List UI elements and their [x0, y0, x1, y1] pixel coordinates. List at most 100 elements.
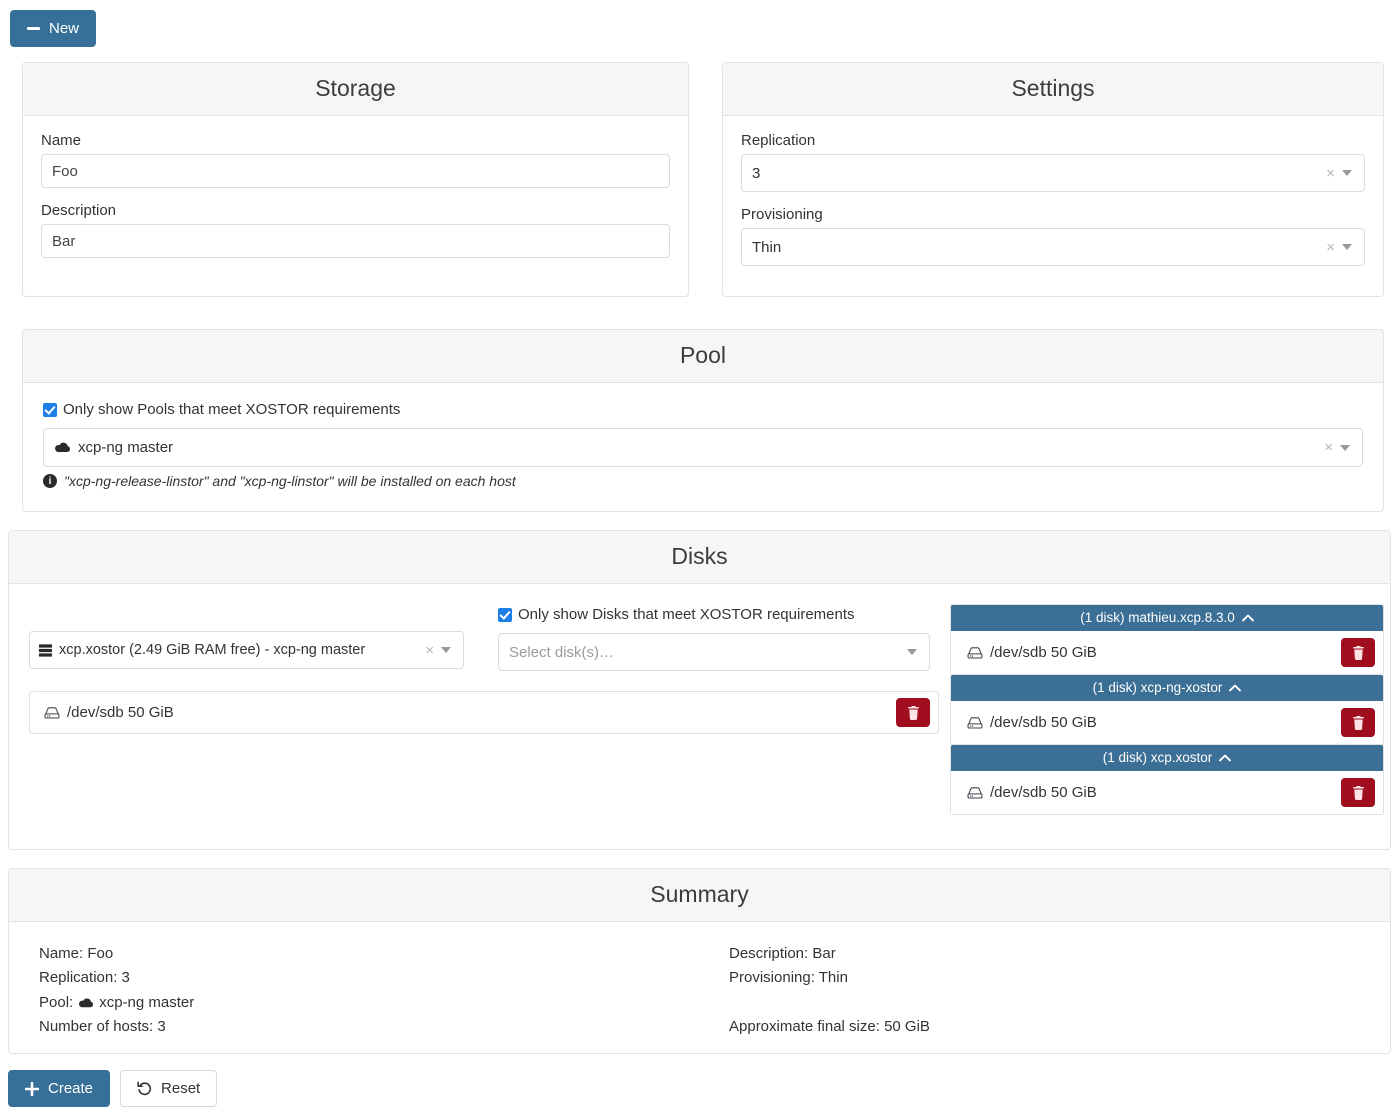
storage-name-field: Name [41, 132, 670, 188]
replication-field: Replication 3 × [741, 132, 1365, 192]
storage-name-input[interactable] [41, 154, 670, 188]
chevron-up-icon[interactable] [1241, 614, 1254, 622]
host-group-title: (1 disk) xcp.xostor [1102, 750, 1213, 765]
disk-select-placeholder: Select disk(s)… [509, 643, 615, 661]
summary-pool: Pool: xcp-ng master [39, 991, 729, 1015]
settings-panel: Settings Replication 3 × Provisioning Th… [722, 62, 1384, 297]
xostor-new-storage-form: New Storage Name Description Settings Re… [0, 0, 1399, 1119]
disk-filter-label: Only show Disks that meet XOSTOR require… [518, 606, 855, 623]
storage-description-field: Description [41, 202, 670, 258]
cloud-icon [78, 997, 94, 1009]
storage-panel-title: Storage [23, 63, 688, 116]
hdd-icon [967, 646, 983, 660]
pool-panel-title: Pool [23, 330, 1383, 383]
pool-hint: i "xcp-ng-release-linstor" and "xcp-ng-l… [43, 473, 1363, 489]
summary-panel-title: Summary [9, 869, 1390, 922]
host-group-header[interactable]: (1 disk) mathieu.xcp.8.3.0 [951, 605, 1383, 631]
reset-button[interactable]: Reset [120, 1070, 218, 1107]
pool-clear-icon[interactable]: × [1320, 440, 1340, 455]
summary-right-column: Description: Bar Provisioning: Thin Appr… [729, 942, 930, 1039]
host-disk-item: /dev/sdb 50 GiB [951, 631, 1383, 674]
chevron-up-icon[interactable] [1219, 754, 1232, 762]
disk-filter-checkbox[interactable] [498, 607, 512, 622]
cloud-icon [54, 441, 71, 454]
disks-middle-column: Only show Disks that meet XOSTOR require… [498, 606, 930, 671]
settings-panel-title: Settings [723, 63, 1383, 116]
selected-disk-row: /dev/sdb 50 GiB [29, 691, 939, 734]
summary-panel: Summary Name: Foo Replication: 3 Pool: x… [8, 868, 1391, 1054]
storage-description-label: Description [41, 202, 117, 219]
summary-pool-value: xcp-ng master [99, 993, 195, 1011]
create-button-label: Create [48, 1080, 94, 1097]
summary-description: Description: Bar [729, 945, 836, 962]
new-button[interactable]: New [10, 10, 97, 47]
trash-icon [907, 705, 919, 720]
disk-select[interactable]: Select disk(s)… [498, 633, 930, 671]
trash-icon [1352, 645, 1364, 660]
pool-filter-checkbox[interactable] [43, 402, 57, 417]
trash-icon [1352, 785, 1364, 800]
summary-left-column: Name: Foo Replication: 3 Pool: xcp-ng ma… [39, 942, 729, 1039]
server-icon [38, 643, 53, 658]
pool-filter-row[interactable]: Only show Pools that meet XOSTOR require… [43, 401, 1363, 418]
replication-select[interactable]: 3 × [741, 154, 1365, 192]
storage-panel: Storage Name Description [22, 62, 689, 297]
new-button-label: New [49, 20, 80, 37]
disk-filter-row[interactable]: Only show Disks that meet XOSTOR require… [498, 606, 930, 623]
pool-select-value: xcp-ng master [78, 439, 174, 456]
chevron-down-icon[interactable] [1342, 244, 1352, 250]
delete-disk-button[interactable] [1341, 638, 1375, 667]
chevron-up-icon[interactable] [1229, 684, 1242, 692]
summary-pool-prefix: Pool: [39, 993, 74, 1011]
delete-disk-button[interactable] [896, 698, 930, 727]
host-select-value: xcp.xostor (2.49 GiB RAM free) - xcp-ng … [59, 642, 366, 658]
host-disk-item: /dev/sdb 50 GiB [951, 701, 1383, 744]
summary-hosts: Number of hosts: 3 [39, 1017, 166, 1035]
provisioning-clear-icon[interactable]: × [1322, 240, 1342, 255]
hdd-icon [44, 706, 60, 720]
hdd-icon [967, 786, 983, 800]
pool-select[interactable]: xcp-ng master × [43, 428, 1363, 467]
host-select[interactable]: xcp.xostor (2.49 GiB RAM free) - xcp-ng … [29, 631, 464, 669]
delete-disk-button[interactable] [1341, 778, 1375, 807]
host-clear-icon[interactable]: × [421, 643, 441, 658]
host-disk-label: /dev/sdb 50 GiB [990, 644, 1097, 661]
host-group: (1 disk) mathieu.xcp.8.3.0 /dev/sdb 50 G… [950, 604, 1384, 675]
chevron-down-icon[interactable] [441, 647, 451, 653]
host-disk-groups: (1 disk) mathieu.xcp.8.3.0 /dev/sdb 50 G… [950, 604, 1384, 815]
provisioning-field: Provisioning Thin × [741, 206, 1365, 266]
delete-disk-button[interactable] [1341, 708, 1375, 737]
host-group-header[interactable]: (1 disk) xcp.xostor [951, 745, 1383, 771]
minus-icon [27, 27, 40, 30]
chevron-down-icon[interactable] [1340, 444, 1350, 451]
chevron-down-icon[interactable] [907, 649, 917, 655]
replication-value: 3 [752, 164, 761, 182]
replication-clear-icon[interactable]: × [1322, 166, 1342, 181]
hdd-icon [967, 716, 983, 730]
plus-icon [25, 1081, 39, 1096]
undo-icon [137, 1081, 152, 1096]
pool-panel: Pool Only show Pools that meet XOSTOR re… [22, 329, 1384, 512]
reset-button-label: Reset [161, 1080, 201, 1097]
disks-panel: Disks xcp.xostor (2.49 GiB RAM free) - x… [8, 530, 1391, 850]
selected-disk-label: /dev/sdb 50 GiB [67, 704, 174, 721]
host-disk-item: /dev/sdb 50 GiB [951, 771, 1383, 814]
host-disk-label: /dev/sdb 50 GiB [990, 784, 1097, 801]
info-icon: i [43, 474, 57, 488]
summary-provisioning: Provisioning: Thin [729, 969, 848, 987]
create-button[interactable]: Create [8, 1070, 111, 1107]
storage-name-label: Name [41, 132, 82, 149]
host-disk-label: /dev/sdb 50 GiB [990, 714, 1097, 731]
provisioning-select[interactable]: Thin × [741, 228, 1365, 266]
summary-spacer [729, 991, 930, 1015]
host-group: (1 disk) xcp-ng-xostor /dev/sdb 50 GiB [950, 674, 1384, 745]
storage-description-input[interactable] [41, 224, 670, 258]
host-group-header[interactable]: (1 disk) xcp-ng-xostor [951, 675, 1383, 701]
replication-label: Replication [741, 132, 816, 149]
pool-hint-text: "xcp-ng-release-linstor" and "xcp-ng-lin… [64, 473, 516, 489]
summary-replication: Replication: 3 [39, 969, 130, 987]
host-group: (1 disk) xcp.xostor /dev/sdb 50 GiB [950, 744, 1384, 815]
chevron-down-icon[interactable] [1342, 170, 1352, 176]
provisioning-label: Provisioning [741, 206, 823, 223]
pool-filter-label: Only show Pools that meet XOSTOR require… [63, 401, 401, 418]
